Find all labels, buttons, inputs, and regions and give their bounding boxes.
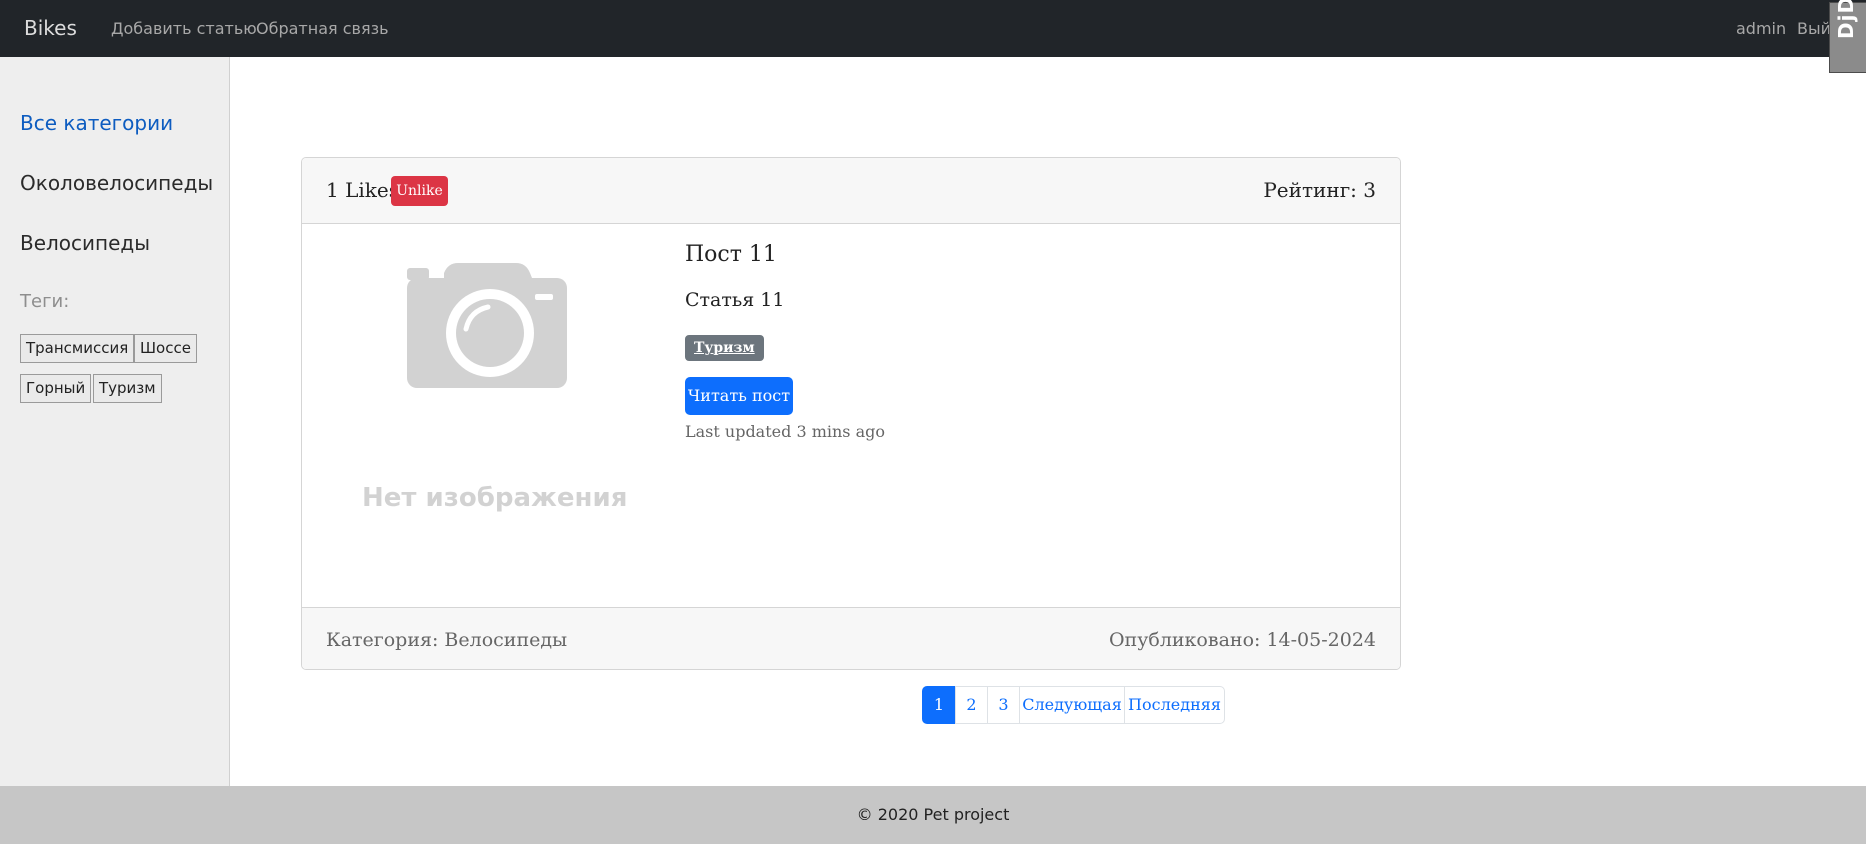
sidebar-item-bike-accessories[interactable]: Околовелосипеды [20,171,213,195]
tags-heading: Теги: [20,291,70,312]
tag-road[interactable]: Шоссе [134,334,197,363]
sidebar: Все категории Околовелосипеды Велосипеды… [0,57,230,786]
last-updated-text: Last updated 3 mins ago [685,422,886,441]
pagination: 1 2 3 Следующая Последняя [922,686,1225,724]
post-category: Категория: Велосипеды [326,629,568,651]
post-subtitle: Статья 11 [685,289,785,311]
tag-transmission[interactable]: Трансмиссия [20,334,135,363]
page-2[interactable]: 2 [955,686,988,724]
nav-feedback[interactable]: Обратная связь [256,19,389,38]
debug-toolbar-handle[interactable]: DjDT [1829,0,1866,73]
post-card: 1 Likes Unlike Рейтинг: 3 Нет изображени… [301,157,1401,670]
tag-touring[interactable]: Туризм [93,374,162,403]
read-post-button[interactable]: Читать пост [685,377,793,415]
post-title: Пост 11 [685,242,777,267]
likes-count: 1 Likes [326,178,399,202]
post-rating: Рейтинг: 3 [1263,178,1376,202]
debug-toolbar-label: DjDT [1834,0,1858,39]
unlike-button[interactable]: Unlike [391,176,448,206]
camera-icon [407,263,567,388]
post-card-footer: Категория: Велосипеды Опубликовано: 14-0… [302,607,1400,669]
top-navbar: Bikes Добавить статью Обратная связь adm… [0,0,1866,57]
no-image-text: Нет изображения [362,483,628,513]
post-card-header: 1 Likes Unlike Рейтинг: 3 [302,158,1400,224]
page-last[interactable]: Последняя [1124,686,1225,724]
tag-mountain[interactable]: Горный [20,374,92,403]
nav-add-article[interactable]: Добавить статью [111,19,257,38]
page-next[interactable]: Следующая [1019,686,1125,724]
post-published-date: Опубликовано: 14-05-2024 [1108,629,1376,651]
page-footer: © 2020 Pet project [0,786,1866,844]
sidebar-item-all-categories[interactable]: Все категории [20,111,173,135]
brand-link[interactable]: Bikes [24,16,77,40]
page-1[interactable]: 1 [922,686,956,724]
footer-copyright: © 2020 Pet project [856,805,1010,824]
no-image-placeholder: Нет изображения [362,253,628,513]
sidebar-item-bicycles[interactable]: Велосипеды [20,231,150,255]
post-tag-badge[interactable]: Туризм [685,335,764,361]
page-3[interactable]: 3 [987,686,1020,724]
nav-user[interactable]: admin [1736,19,1786,38]
